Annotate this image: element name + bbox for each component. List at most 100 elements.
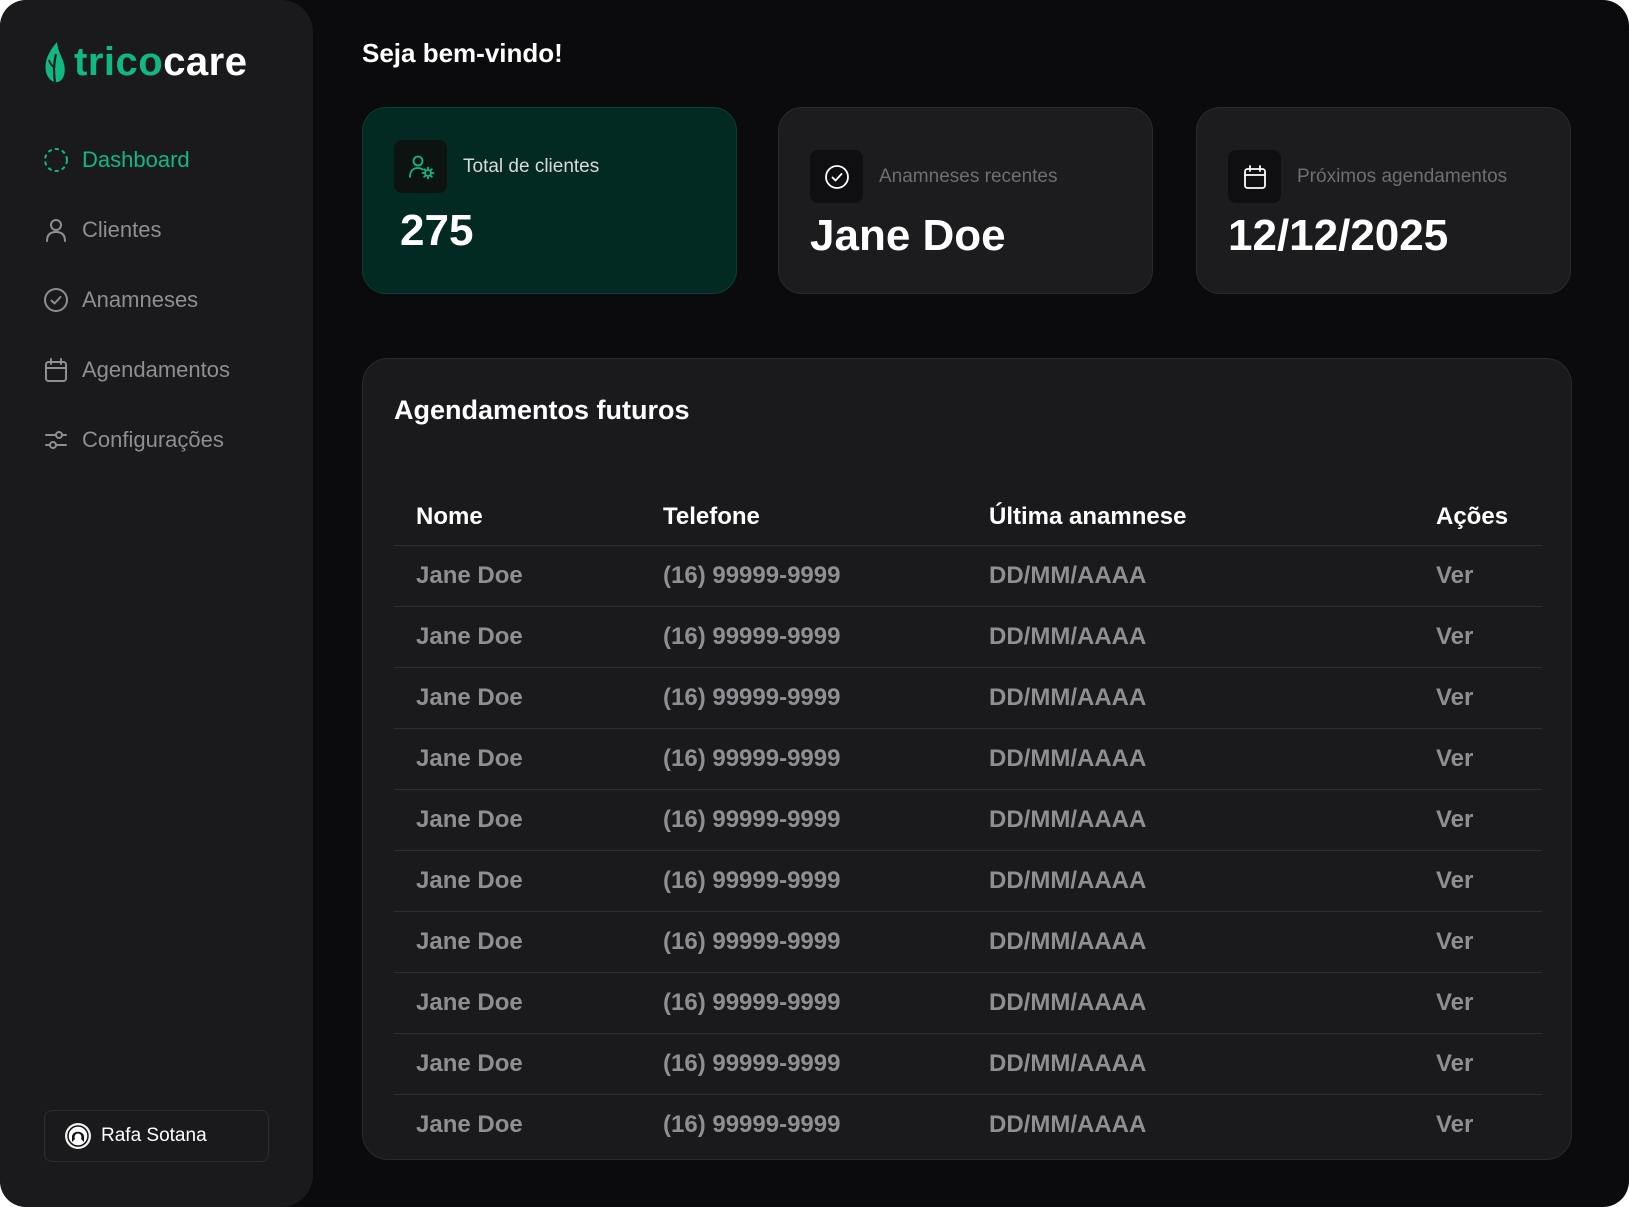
card-icon-box [810,150,863,203]
cell-ultima-anamnese: DD/MM/AAAA [989,1111,1147,1138]
sliders-icon [45,431,67,449]
cell-nome: Jane Doe [416,1111,523,1138]
table-row[interactable]: Jane Doe (16) 99999-9999 DD/MM/AAAA Ver [394,851,1542,912]
cell-ultima-anamnese: DD/MM/AAAA [989,989,1147,1016]
card-label: Total de clientes [463,156,600,177]
cell-ultima-anamnese: DD/MM/AAAA [989,928,1147,955]
cell-ultima-anamnese: DD/MM/AAAA [989,562,1147,589]
card-value: 12/12/2025 [1228,211,1449,260]
card-anamneses-recentes[interactable]: Anamneses recentes Jane Doe [778,107,1153,294]
card-value: 275 [400,206,474,255]
view-link[interactable]: Ver [1436,745,1542,773]
sidebar-nav: Dashboard Clientes Anamneses Agendamento… [42,146,230,496]
sidebar-item-clientes[interactable]: Clientes [42,216,230,244]
column-header-acoes: Ações [1436,503,1509,530]
cell-telefone: (16) 99999-9999 [663,623,841,650]
appointments-table: Nome Telefone Última anamnese Ações Jane… [394,489,1542,1155]
view-link[interactable]: Ver [1436,562,1542,590]
view-link[interactable]: Ver [1436,806,1542,834]
cell-nome: Jane Doe [416,806,523,833]
cell-ultima-anamnese: DD/MM/AAAA [989,684,1147,711]
leaf-icon [45,42,65,83]
table-row[interactable]: Jane Doe (16) 99999-9999 DD/MM/AAAA Ver [394,607,1542,668]
table-row[interactable]: Jane Doe (16) 99999-9999 DD/MM/AAAA Ver [394,912,1542,973]
cell-ultima-anamnese: DD/MM/AAAA [989,806,1147,833]
page-title: Seja bem-vindo! [362,38,563,68]
appointments-panel: Agendamentos futuros Nome Telefone Últim… [362,358,1572,1160]
sidebar-item-label: Anamneses [82,287,199,312]
brand-logo[interactable]: tricocare [42,40,248,84]
cell-telefone: (16) 99999-9999 [663,562,841,589]
card-icon-box [1228,150,1281,203]
view-link[interactable]: Ver [1436,928,1542,956]
brand-name: tricocare [74,42,248,82]
user-icon [46,219,66,242]
cell-telefone: (16) 99999-9999 [663,928,841,955]
table-row[interactable]: Jane Doe (16) 99999-9999 DD/MM/AAAA Ver [394,1095,1542,1155]
cell-nome: Jane Doe [416,623,523,650]
section-title: Agendamentos futuros [394,395,690,425]
column-header-nome[interactable]: Nome [394,503,663,531]
cell-nome: Jane Doe [416,1050,523,1077]
cell-nome: Jane Doe [416,745,523,772]
cell-nome: Jane Doe [416,562,523,589]
sidebar: tricocare Dashboard Clientes Anamneses A… [0,0,313,1207]
table-row[interactable]: Jane Doe (16) 99999-9999 DD/MM/AAAA Ver [394,1034,1542,1095]
check-circle-icon [824,164,849,189]
card-label: Anamneses recentes [879,166,1058,187]
view-link[interactable]: Ver [1436,684,1542,712]
card-total-clientes[interactable]: Total de clientes 275 [362,107,737,294]
cell-ultima-anamnese: DD/MM/AAAA [989,745,1147,772]
brand-name-part2: care [163,40,248,84]
view-link[interactable]: Ver [1436,989,1542,1017]
sidebar-item-configuracoes[interactable]: Configurações [42,426,230,454]
cell-ultima-anamnese: DD/MM/AAAA [989,623,1147,650]
sidebar-item-label: Configurações [82,427,224,452]
check-circle-icon [44,288,68,312]
cell-nome: Jane Doe [416,989,523,1016]
card-proximos-agendamentos[interactable]: Próximos agendamentos 12/12/2025 [1196,107,1571,294]
table-header: Nome Telefone Última anamnese Ações [394,489,1542,546]
sidebar-item-dashboard[interactable]: Dashboard [42,146,230,174]
card-value: Jane Doe [810,211,1006,260]
calendar-icon [1243,164,1266,189]
avatar [65,1123,91,1149]
cell-ultima-anamnese: DD/MM/AAAA [989,1050,1147,1077]
cell-nome: Jane Doe [416,867,523,894]
table-row[interactable]: Jane Doe (16) 99999-9999 DD/MM/AAAA Ver [394,668,1542,729]
card-label: Próximos agendamentos [1297,166,1508,187]
cell-telefone: (16) 99999-9999 [663,684,841,711]
cell-nome: Jane Doe [416,684,523,711]
cell-telefone: (16) 99999-9999 [663,1111,841,1138]
cell-telefone: (16) 99999-9999 [663,806,841,833]
users-gear-icon [408,155,434,179]
sidebar-item-label: Dashboard [82,147,190,172]
cell-nome: Jane Doe [416,928,523,955]
table-row[interactable]: Jane Doe (16) 99999-9999 DD/MM/AAAA Ver [394,973,1542,1034]
cell-telefone: (16) 99999-9999 [663,867,841,894]
sidebar-item-anamneses[interactable]: Anamneses [42,286,230,314]
cell-ultima-anamnese: DD/MM/AAAA [989,867,1147,894]
card-icon-box [394,140,447,193]
column-header-telefone[interactable]: Telefone [663,503,989,531]
brand-name-part1: trico [74,40,164,84]
view-link[interactable]: Ver [1436,1111,1542,1139]
cell-telefone: (16) 99999-9999 [663,1050,841,1077]
sidebar-item-agendamentos[interactable]: Agendamentos [42,356,230,384]
sidebar-item-label: Clientes [82,217,162,242]
column-header-ultima-anamnese[interactable]: Última anamnese [989,503,1436,531]
calendar-icon [45,358,67,382]
person-avatar-icon [67,1125,89,1147]
sidebar-item-label: Agendamentos [82,357,230,382]
cell-telefone: (16) 99999-9999 [663,989,841,1016]
app-window: tricocare Dashboard Clientes Anamneses A… [0,0,1629,1207]
cell-telefone: (16) 99999-9999 [663,745,841,772]
view-link[interactable]: Ver [1436,623,1542,651]
view-link[interactable]: Ver [1436,867,1542,895]
dashboard-icon [44,148,68,172]
user-profile-button[interactable]: Rafa Sotana [44,1110,269,1162]
table-row[interactable]: Jane Doe (16) 99999-9999 DD/MM/AAAA Ver [394,546,1542,607]
table-row[interactable]: Jane Doe (16) 99999-9999 DD/MM/AAAA Ver [394,790,1542,851]
table-row[interactable]: Jane Doe (16) 99999-9999 DD/MM/AAAA Ver [394,729,1542,790]
view-link[interactable]: Ver [1436,1050,1542,1078]
